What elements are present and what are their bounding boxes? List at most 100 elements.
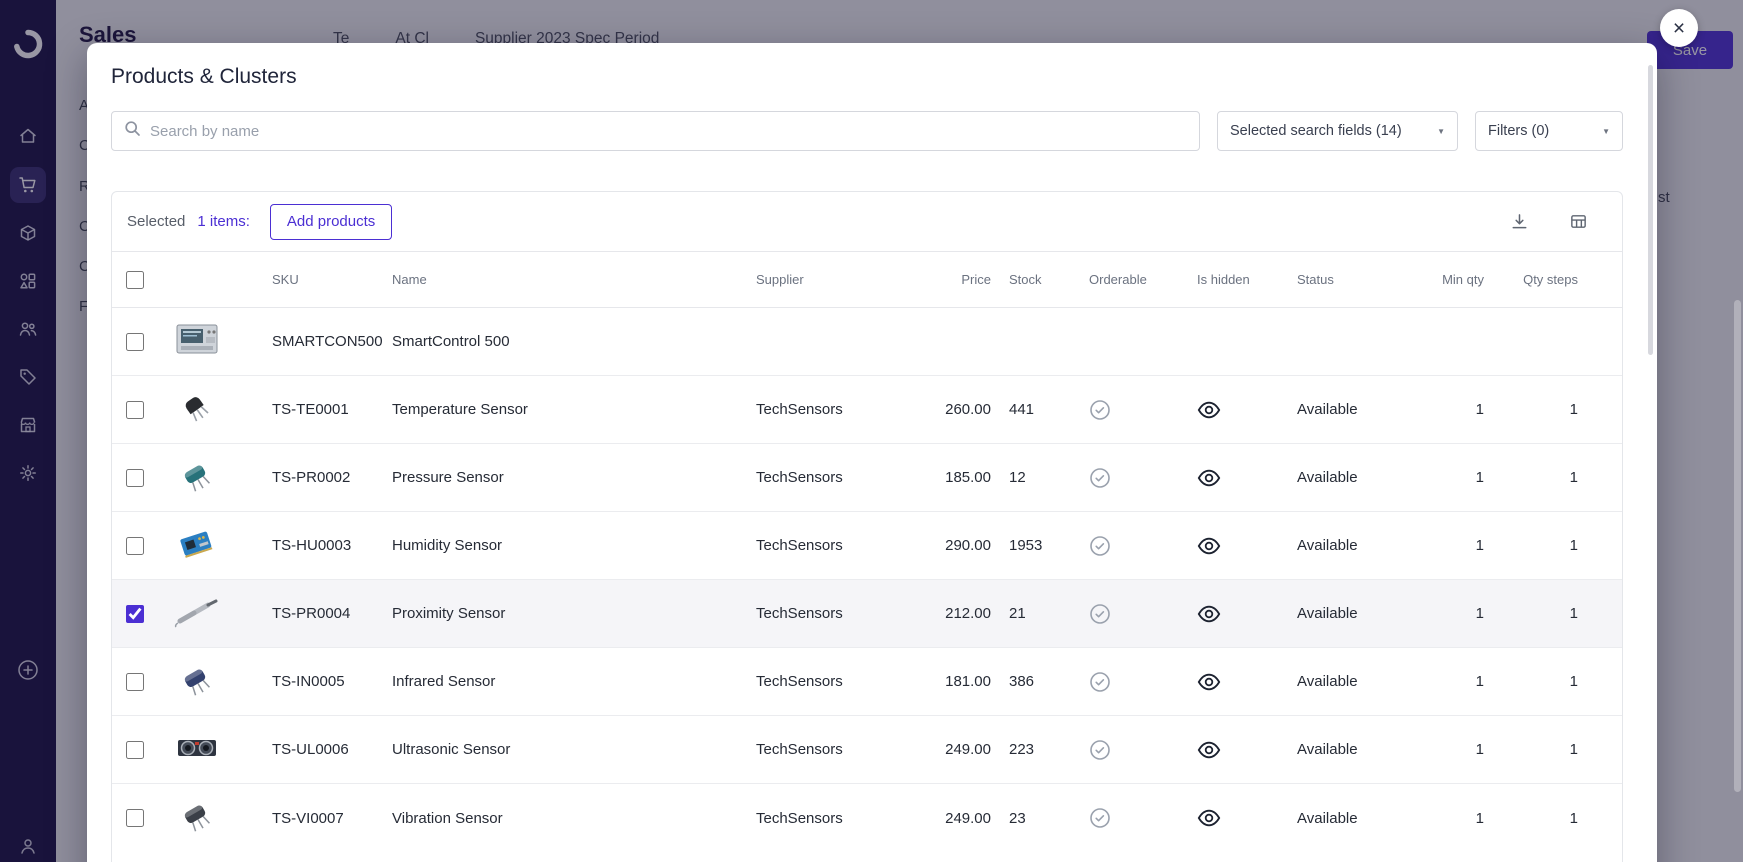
- is-hidden-eye-icon[interactable]: [1189, 673, 1297, 691]
- chevron-down-icon: ▼: [1437, 126, 1445, 136]
- row-checkbox[interactable]: [126, 332, 144, 351]
- status-cell: Available: [1297, 605, 1358, 622]
- status-cell: Available: [1297, 741, 1358, 758]
- stock-cell: 386: [1009, 673, 1035, 690]
- modal-title: Products & Clusters: [111, 65, 297, 88]
- price-cell: 249.00: [945, 741, 991, 758]
- stock-cell: 21: [1009, 605, 1026, 622]
- min-qty-cell: 1: [1475, 673, 1484, 690]
- orderable-check-icon: [1081, 739, 1189, 761]
- modal-scrollbar[interactable]: [1648, 65, 1653, 355]
- supplier-cell: TechSensors: [756, 673, 843, 690]
- is-hidden-eye-icon[interactable]: [1189, 741, 1297, 759]
- select-all-checkbox[interactable]: [126, 270, 144, 289]
- sku-cell: TS-TE0001: [272, 401, 349, 418]
- name-cell: Vibration Sensor: [392, 809, 503, 827]
- price-cell: 185.00: [945, 469, 991, 486]
- min-qty-cell: 1: [1475, 605, 1484, 622]
- row-checkbox[interactable]: [126, 740, 144, 759]
- table-row: SMARTCON500 SmartControl 500: [112, 308, 1622, 376]
- column-header: Stock: [1009, 272, 1042, 287]
- is-hidden-eye-icon[interactable]: [1189, 537, 1297, 555]
- price-cell: 212.00: [945, 605, 991, 622]
- price-cell: 260.00: [945, 401, 991, 418]
- stock-cell: 23: [1009, 809, 1026, 827]
- chevron-down-icon: ▼: [1602, 126, 1610, 136]
- search-fields-dropdown[interactable]: Selected search fields (14) ▼: [1217, 111, 1458, 151]
- search-box[interactable]: [111, 111, 1200, 151]
- name-cell: Temperature Sensor: [392, 401, 528, 418]
- table-body: SMARTCON500 SmartControl 500 TS-TE0001 T…: [112, 308, 1622, 852]
- stock-cell: 12: [1009, 469, 1026, 486]
- name-cell: Infrared Sensor: [392, 673, 496, 690]
- orderable-check-icon: [1081, 399, 1189, 421]
- sku-cell: SMARTCON500: [272, 333, 383, 350]
- table-row: TS-IN0005 Infrared Sensor TechSensors 18…: [112, 648, 1622, 716]
- column-header: SKU: [272, 272, 299, 287]
- row-checkbox[interactable]: [126, 672, 144, 691]
- table-toolbar: Selected 1 items: Add products: [112, 192, 1622, 252]
- qty-steps-cell: 1: [1569, 809, 1578, 827]
- product-thumbnail: [174, 595, 222, 633]
- min-qty-cell: 1: [1475, 401, 1484, 418]
- sku-cell: TS-PR0002: [272, 469, 351, 486]
- table-row: TS-PR0004 Proximity Sensor TechSensors 2…: [112, 580, 1622, 648]
- search-fields-dropdown-label: Selected search fields (14): [1230, 123, 1402, 139]
- is-hidden-eye-icon[interactable]: [1189, 605, 1297, 623]
- name-cell: Pressure Sensor: [392, 469, 504, 486]
- row-checkbox[interactable]: [126, 400, 144, 419]
- orderable-check-icon: [1081, 807, 1189, 829]
- table-row: TS-TE0001 Temperature Sensor TechSensors…: [112, 376, 1622, 444]
- column-header: Name: [392, 272, 427, 287]
- min-qty-cell: 1: [1475, 741, 1484, 758]
- stock-cell: 1953: [1009, 537, 1043, 554]
- sku-cell: TS-IN0005: [272, 673, 345, 690]
- table-row: TS-PR0002 Pressure Sensor TechSensors 18…: [112, 444, 1622, 512]
- row-checkbox[interactable]: [126, 604, 144, 623]
- product-thumbnail: [174, 459, 218, 497]
- name-cell: Humidity Sensor: [392, 537, 503, 554]
- status-cell: Available: [1297, 673, 1358, 690]
- table-header-row: SKU Name Supplier Price Stock Orderable …: [112, 252, 1622, 308]
- filters-dropdown[interactable]: Filters (0) ▼: [1475, 111, 1623, 151]
- price-cell: 249.00: [945, 809, 991, 827]
- orderable-check-icon: [1081, 535, 1189, 557]
- products-clusters-modal: Products & Clusters Selected search fiel…: [87, 43, 1657, 862]
- supplier-cell: TechSensors: [756, 469, 843, 486]
- is-hidden-eye-icon[interactable]: [1189, 809, 1297, 827]
- product-thumbnail: [174, 799, 218, 837]
- is-hidden-eye-icon[interactable]: [1189, 469, 1297, 487]
- price-cell: 181.00: [945, 673, 991, 690]
- price-cell: 290.00: [945, 537, 991, 554]
- close-icon[interactable]: ×: [1660, 9, 1698, 47]
- orderable-check-icon: [1081, 467, 1189, 489]
- orderable-check-icon: [1081, 603, 1189, 625]
- row-checkbox[interactable]: [126, 809, 144, 827]
- status-cell: Available: [1297, 537, 1358, 554]
- sku-cell: TS-HU0003: [272, 537, 352, 554]
- status-cell: Available: [1297, 469, 1358, 486]
- search-input[interactable]: [150, 122, 1199, 140]
- filters-dropdown-label: Filters (0): [1488, 123, 1550, 139]
- stock-cell: 441: [1009, 401, 1035, 418]
- product-thumbnail: [174, 663, 218, 701]
- selected-count: 1 items:: [197, 213, 250, 230]
- add-products-button[interactable]: Add products: [269, 203, 393, 240]
- is-hidden-eye-icon[interactable]: [1189, 401, 1297, 419]
- grid-view-icon[interactable]: [1569, 212, 1588, 231]
- qty-steps-cell: 1: [1569, 741, 1578, 758]
- column-header: Qty steps: [1523, 272, 1578, 287]
- product-thumbnail: [174, 323, 220, 361]
- download-icon[interactable]: [1510, 212, 1529, 231]
- name-cell: Ultrasonic Sensor: [392, 741, 511, 758]
- column-header: Min qty: [1442, 272, 1484, 287]
- supplier-cell: TechSensors: [756, 605, 843, 622]
- products-table: Selected 1 items: Add products SKU Name …: [111, 191, 1623, 862]
- supplier-cell: TechSensors: [756, 401, 843, 418]
- row-checkbox[interactable]: [126, 536, 144, 555]
- search-row: Selected search fields (14) ▼ Filters (0…: [111, 111, 1623, 151]
- row-checkbox[interactable]: [126, 468, 144, 487]
- page-scrollbar[interactable]: [1734, 300, 1741, 792]
- product-thumbnail: [174, 527, 218, 565]
- qty-steps-cell: 1: [1569, 605, 1578, 622]
